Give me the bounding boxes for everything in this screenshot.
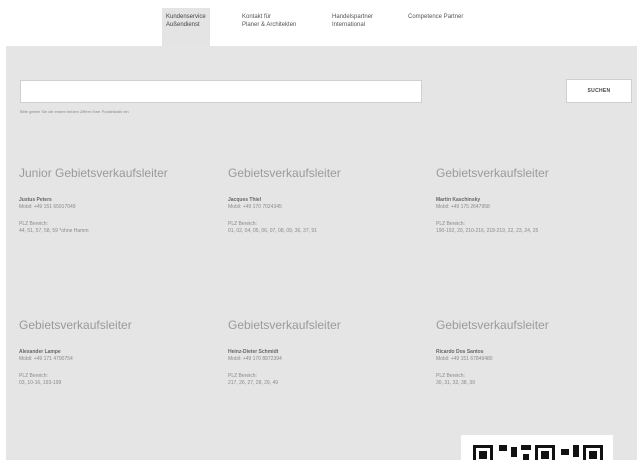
rep-mobile: Mobil: +49 170 7024345 — [228, 204, 282, 210]
rep-plz: 190-192, 20, 210-216, 218-219, 22, 23, 2… — [436, 228, 539, 234]
rep-plz-label: PLZ Bereich: — [19, 221, 48, 227]
rep-mobile: Mobil: +49 151 67849480 — [436, 356, 493, 362]
rep-title: Gebietsverkaufsleiter — [436, 166, 549, 180]
rep-plz: 03, 10-16, 193-199 — [19, 380, 62, 386]
rep-title: Gebietsverkaufsleiter — [228, 166, 341, 180]
tab-label-line1: Competence Partner — [408, 14, 464, 20]
rep-mobile: Mobil: +49 171 4790754 — [19, 356, 73, 362]
rep-card: Gebietsverkaufsleiter Martin Kaschinsky … — [436, 166, 636, 235]
rep-name: Heinz-Dieter Schmidt — [228, 349, 279, 355]
rep-plz-label: PLZ Bereich: — [228, 221, 257, 227]
rep-title: Gebietsverkaufsleiter — [228, 318, 341, 332]
content-panel: Bitte geben Sie die ersten beiden Ziffer… — [6, 46, 637, 460]
rep-plz-label: PLZ Bereich: — [436, 221, 465, 227]
tab-kontakt-planer-architekten[interactable]: Kontakt für Planer & Architekten — [242, 13, 296, 29]
qr-code-icon — [473, 445, 603, 460]
top-navigation: Kundenservice Außendienst Kontakt für Pl… — [0, 0, 637, 50]
rep-mobile: Mobil: +49 151 65917049 — [19, 204, 76, 210]
rep-plz: 30, 31, 32, 38, 39 — [436, 380, 475, 386]
tab-label-line1: Kundenservice — [166, 14, 206, 20]
rep-mobile: Mobil: +49 175 2647958 — [436, 204, 490, 210]
rep-name: Ricardo Dos Santos — [436, 349, 484, 355]
rep-plz: 44, 51, 57, 58, 59 *ohne Hamm — [19, 228, 89, 234]
rep-name: Jacques Thiel — [228, 197, 262, 203]
rep-plz-label: PLZ Bereich: — [436, 373, 465, 379]
search-button[interactable]: SUCHEN — [566, 79, 632, 103]
rep-title: Junior Gebietsverkaufsleiter — [19, 166, 168, 180]
rep-name: Martin Kaschinsky — [436, 197, 481, 203]
rep-title: Gebietsverkaufsleiter — [436, 318, 549, 332]
rep-name: Alexander Lampe — [19, 349, 61, 355]
plz-search-input[interactable] — [20, 80, 422, 103]
tab-label-line2: International — [332, 22, 366, 28]
tab-kundenservice-aussendienst[interactable]: Kundenservice Außendienst — [162, 8, 210, 46]
rep-card: Gebietsverkaufsleiter Alexander Lampe Mo… — [19, 318, 219, 387]
rep-mobile: Mobil: +49 170 8872394 — [228, 356, 282, 362]
rep-plz: 01, 02, 04, 05, 06, 07, 08, 09, 36, 37, … — [228, 228, 317, 234]
tab-handelspartner-international[interactable]: Handelspartner International — [332, 13, 373, 29]
rep-card: Junior Gebietsverkaufsleiter Justus Pete… — [19, 166, 219, 235]
rep-card: Gebietsverkaufsleiter Heinz-Dieter Schmi… — [228, 318, 428, 387]
tab-competence-partner[interactable]: Competence Partner — [408, 13, 463, 21]
qr-code-image — [461, 435, 613, 460]
rep-name: Justus Peters — [19, 197, 52, 203]
rep-card: Gebietsverkaufsleiter Ricardo Dos Santos… — [436, 318, 636, 387]
tab-label-line2: Planer & Architekten — [242, 22, 297, 28]
rep-title: Gebietsverkaufsleiter — [19, 318, 132, 332]
search-hint: Bitte geben Sie die ersten beiden Ziffer… — [20, 109, 129, 114]
rep-plz-label: PLZ Bereich: — [228, 373, 257, 379]
tab-label-line1: Handelspartner — [332, 14, 374, 20]
tab-label-line2: Außendienst — [166, 22, 200, 28]
rep-plz: 217, 26, 27, 28, 29, 49 — [228, 380, 279, 386]
rep-card: Gebietsverkaufsleiter Jacques Thiel Mobi… — [228, 166, 428, 235]
rep-plz-label: PLZ Bereich: — [19, 373, 48, 379]
tab-label-line1: Kontakt für — [242, 14, 272, 20]
